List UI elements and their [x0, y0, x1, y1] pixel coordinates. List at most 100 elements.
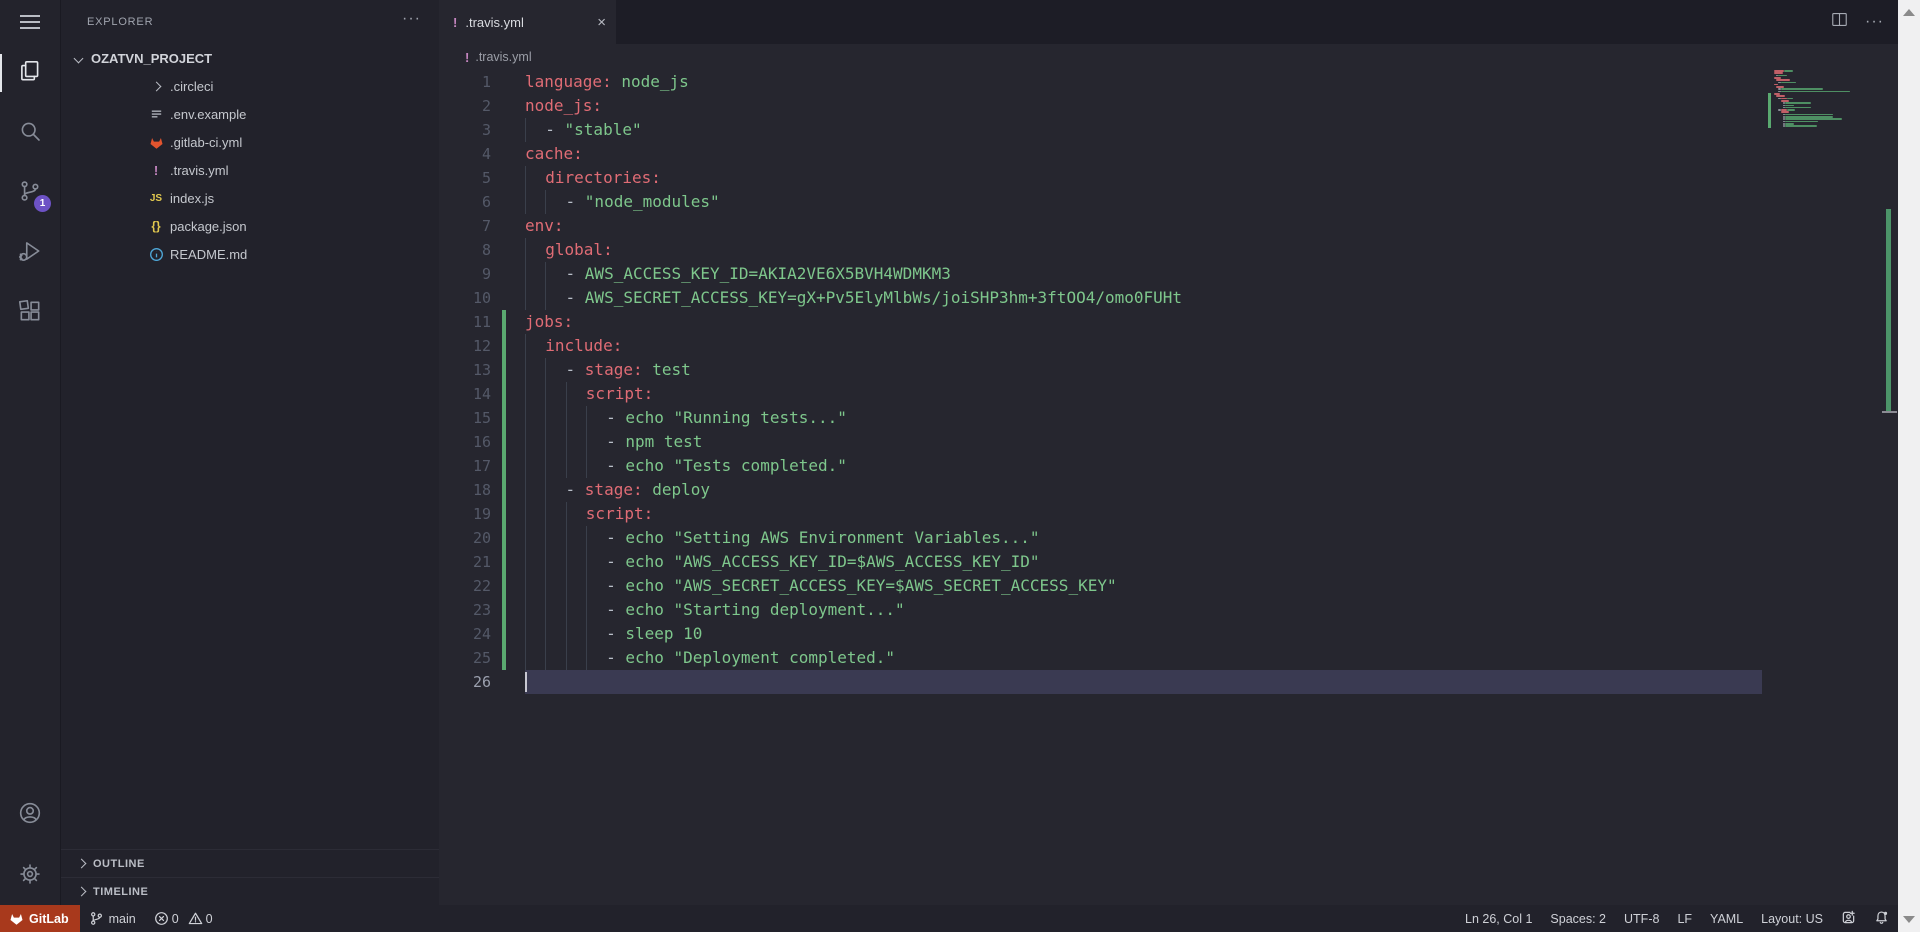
tree-item-circleci[interactable]: .circleci: [61, 72, 439, 100]
code-line-2[interactable]: 2 node_js:: [439, 94, 1898, 118]
file-label: .env.example: [170, 106, 247, 122]
status-item-feedback[interactable]: [1832, 905, 1865, 932]
gitlab-status-item[interactable]: GitLab: [0, 905, 80, 932]
activity-bar-item-source-control[interactable]: 1: [0, 169, 60, 217]
code-line-24[interactable]: 24 - sleep 10: [439, 622, 1898, 646]
line-content: - sleep 10: [525, 622, 702, 646]
current-line-highlight: [525, 670, 1762, 694]
code-line-7[interactable]: 7 env:: [439, 214, 1898, 238]
line-content: script:: [525, 502, 653, 526]
tab-bar: ! .travis.yml × ···: [439, 0, 1898, 44]
line-content: - stage: deploy: [525, 478, 710, 502]
code-line-23[interactable]: 23 - echo "Starting deployment...": [439, 598, 1898, 622]
line-number: 6: [481, 193, 491, 211]
problems-status-item[interactable]: 0 0: [145, 905, 228, 932]
line-number: 9: [481, 265, 491, 283]
status-item-indentation[interactable]: Spaces: 2: [1541, 905, 1615, 932]
code-line-10[interactable]: 10 - AWS_SECRET_ACCESS_KEY=gX+Pv5ElyMlbWs…: [439, 286, 1898, 310]
activity-bar-item-run-debug[interactable]: [0, 229, 60, 277]
file-tree: OZATVN_PROJECT .circleci .env.example .gitl…: [61, 44, 439, 268]
status-item-label: Ln 26, Col 1: [1465, 911, 1533, 926]
tree-root-folder[interactable]: OZATVN_PROJECT: [61, 44, 439, 72]
code-line-9[interactable]: 9 - AWS_ACCESS_KEY_ID=AKIA2VE6X5BVH4WDMKM…: [439, 262, 1898, 286]
line-number: 19: [472, 505, 491, 523]
source-control-badge: 1: [34, 195, 51, 212]
status-item-encoding[interactable]: UTF-8: [1615, 905, 1668, 932]
code-line-12[interactable]: 12 include:: [439, 334, 1898, 358]
modified-gutter-indicator: [502, 574, 506, 598]
tree-item-README-md[interactable]: README.md: [61, 240, 439, 268]
tree-item-gitlab-ci-yml[interactable]: .gitlab-ci.yml: [61, 128, 439, 156]
line-content: node_js:: [525, 96, 603, 115]
split-editor-icon[interactable]: [1830, 10, 1849, 34]
tab-travis-yml[interactable]: ! .travis.yml ×: [439, 0, 616, 44]
code-line-11[interactable]: 11 jobs:: [439, 310, 1898, 334]
code-line-13[interactable]: 13 - stage: test: [439, 358, 1898, 382]
status-item-keyboard-layout[interactable]: Layout: US: [1752, 905, 1832, 932]
status-item-language-mode[interactable]: YAML: [1701, 905, 1752, 932]
line-content: - echo "Starting deployment...": [525, 598, 905, 622]
code-line-5[interactable]: 5 directories:: [439, 166, 1898, 190]
menu-button[interactable]: [0, 0, 60, 44]
sidebar-explorer: EXPLORER ··· OZATVN_PROJECT .circleci .env…: [60, 0, 440, 905]
scrollbar-down-icon[interactable]: [1903, 916, 1915, 923]
code-line-16[interactable]: 16 - npm test: [439, 430, 1898, 454]
code-line-22[interactable]: 22 - echo "AWS_SECRET_ACCESS_KEY=$AWS_SEC…: [439, 574, 1898, 598]
tree-item-index-js[interactable]: JS index.js: [61, 184, 439, 212]
modified-gutter-indicator: [502, 598, 506, 622]
activity-bar-item-explorer[interactable]: [0, 49, 60, 97]
line-number: 7: [481, 217, 491, 235]
breadcrumb[interactable]: ! .travis.yml: [439, 44, 1898, 70]
page-scrollbar[interactable]: [1898, 0, 1920, 932]
code-line-6[interactable]: 6 - "node_modules": [439, 190, 1898, 214]
activity-bar-item-account[interactable]: [0, 791, 60, 839]
status-item-notifications[interactable]: [1865, 905, 1898, 932]
js-icon: JS: [149, 192, 163, 204]
line-content: - echo "Setting AWS Environment Variable…: [525, 526, 1040, 550]
scrollbar-up-icon[interactable]: [1903, 9, 1915, 16]
status-item-label: Layout: US: [1761, 911, 1823, 926]
code-line-3[interactable]: 3 - "stable": [439, 118, 1898, 142]
tree-item-travis-yml[interactable]: ! .travis.yml: [61, 156, 439, 184]
code-line-25[interactable]: 25 - echo "Deployment completed.": [439, 646, 1898, 670]
editor-more-actions-button[interactable]: ···: [1865, 13, 1884, 31]
line-content: include:: [525, 334, 622, 358]
code-line-4[interactable]: 4 cache:: [439, 142, 1898, 166]
tab-label: .travis.yml: [465, 14, 524, 30]
code-line-18[interactable]: 18 - stage: deploy: [439, 478, 1898, 502]
activity-bar-item-settings[interactable]: [0, 852, 60, 900]
tree-item-env-example[interactable]: .env.example: [61, 100, 439, 128]
status-item-label: Spaces: 2: [1550, 911, 1607, 926]
code-line-15[interactable]: 15 - echo "Running tests...": [439, 406, 1898, 430]
activity-bar-item-search[interactable]: [0, 109, 60, 157]
line-number: 5: [481, 169, 491, 187]
tree-item-package-json[interactable]: {} package.json: [61, 212, 439, 240]
line-content: - "node_modules": [525, 190, 720, 214]
code-line-8[interactable]: 8 global:: [439, 238, 1898, 262]
code-line-21[interactable]: 21 - echo "AWS_ACCESS_KEY_ID=$AWS_ACCESS_…: [439, 550, 1898, 574]
line-content: language: node_js: [525, 72, 689, 91]
modified-gutter-indicator: [502, 526, 506, 550]
close-tab-icon[interactable]: ×: [597, 14, 606, 31]
code-line-1[interactable]: 1 language: node_js: [439, 70, 1898, 94]
hamburger-icon: [20, 11, 40, 32]
extensions-icon: [17, 298, 43, 329]
code-line-20[interactable]: 20 - echo "Setting AWS Environment Variab…: [439, 526, 1898, 550]
activity-bar-item-extensions[interactable]: [0, 289, 60, 337]
modified-gutter-indicator: [502, 502, 506, 526]
sidebar-section-timeline[interactable]: TIMELINE: [61, 877, 439, 905]
code-area[interactable]: 1 language: node_js 2 node_js: 3 - "stable" 4 c…: [439, 70, 1898, 694]
minimap[interactable]: [1768, 70, 1884, 142]
code-line-14[interactable]: 14 script:: [439, 382, 1898, 406]
status-item-cursor-position[interactable]: Ln 26, Col 1: [1456, 905, 1541, 932]
branch-status-item[interactable]: main: [80, 905, 145, 932]
files-icon: [17, 58, 43, 89]
sidebar-section-outline[interactable]: OUTLINE: [61, 849, 439, 877]
explorer-more-actions-button[interactable]: ···: [402, 10, 421, 28]
status-item-eol[interactable]: LF: [1668, 905, 1701, 932]
line-number: 12: [472, 337, 491, 355]
code-line-19[interactable]: 19 script:: [439, 502, 1898, 526]
code-line-17[interactable]: 17 - echo "Tests completed.": [439, 454, 1898, 478]
code-line-26[interactable]: 26: [439, 670, 1898, 694]
line-number: 21: [472, 553, 491, 571]
